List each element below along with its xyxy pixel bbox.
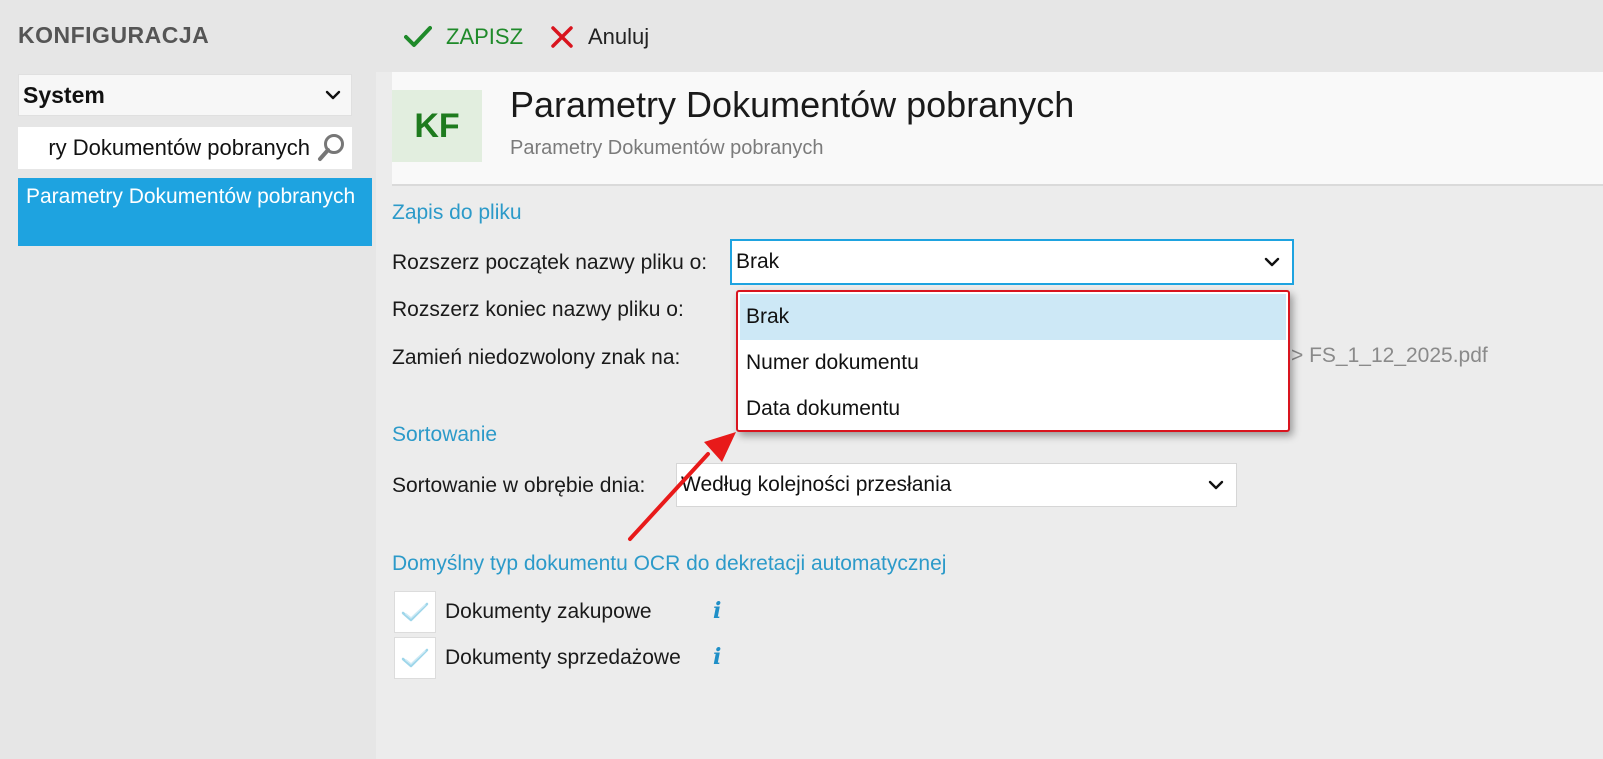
checkbox-label-zakupowe: Dokumenty zakupowe bbox=[445, 600, 652, 623]
dropdown-option-data-dokumentu[interactable]: Data dokumentu bbox=[740, 386, 1286, 432]
start-name-label: Rozszerz początek nazwy pliku o: bbox=[392, 251, 708, 274]
save-button-label: ZAPISZ bbox=[446, 24, 524, 49]
start-name-select-value: Brak bbox=[736, 250, 780, 273]
chevron-down-icon bbox=[1264, 257, 1280, 267]
info-icon[interactable]: i bbox=[713, 644, 721, 670]
info-icon[interactable]: i bbox=[713, 598, 721, 624]
checkmark-icon bbox=[401, 602, 429, 622]
section-title-sortowanie: Sortowanie bbox=[392, 423, 498, 446]
section-title-zapis: Zapis do pliku bbox=[392, 201, 522, 224]
checkmark-icon bbox=[404, 26, 432, 47]
page-subtitle: Parametry Dokumentów pobranych bbox=[510, 137, 824, 159]
checkbox-label-sprzedazowe: Dokumenty sprzedażowe bbox=[445, 646, 681, 669]
sidebar bbox=[0, 72, 370, 759]
page-title: Parametry Dokumentów pobranych bbox=[510, 84, 1075, 125]
checkbox-dokumenty-zakupowe[interactable] bbox=[394, 591, 436, 633]
section-title-ocr: Domyślny typ dokumentu OCR do dekretacji… bbox=[392, 552, 947, 575]
magnifier-icon[interactable] bbox=[314, 131, 348, 165]
cancel-button[interactable]: Anuluj bbox=[550, 20, 649, 54]
save-button[interactable]: ZAPISZ bbox=[404, 20, 523, 54]
search-input[interactable]: ry Dokumentów pobranych bbox=[18, 127, 352, 169]
app-title: KONFIGURACJA bbox=[18, 22, 210, 48]
category-select-value: System bbox=[23, 81, 105, 108]
checkmark-icon bbox=[401, 648, 429, 668]
sidebar-item-parametry-dokumentow[interactable]: Parametry Dokumentów pobranych bbox=[18, 178, 372, 246]
cancel-button-label: Anuluj bbox=[588, 24, 650, 49]
search-input-value: ry Dokumentów pobranych bbox=[48, 135, 310, 160]
checkbox-dokumenty-sprzedazowe[interactable] bbox=[394, 637, 436, 679]
sort-select[interactable]: Według kolejności przesłania bbox=[676, 463, 1237, 507]
category-select[interactable]: System bbox=[18, 74, 352, 116]
chevron-down-icon bbox=[1208, 480, 1224, 490]
dropdown-option-numer-dokumentu[interactable]: Numer dokumentu bbox=[740, 340, 1286, 386]
start-name-select[interactable]: Brak bbox=[730, 239, 1294, 285]
chevron-down-icon bbox=[325, 90, 341, 100]
start-name-dropdown[interactable]: Brak Numer dokumentu Data dokumentu bbox=[736, 290, 1290, 432]
end-name-label: Rozszerz koniec nazwy pliku o: bbox=[392, 298, 684, 321]
dropdown-option-brak[interactable]: Brak bbox=[740, 294, 1286, 340]
module-tile: KF bbox=[392, 90, 482, 162]
annotation-arrow bbox=[628, 432, 736, 541]
x-icon bbox=[551, 26, 573, 48]
replace-char-label: Zamień niedozwolony znak na: bbox=[392, 346, 681, 369]
sidebar-item-label: Parametry Dokumentów pobranych bbox=[26, 185, 356, 208]
filename-preview: > FS_1_12_2025.pdf bbox=[1291, 344, 1488, 367]
